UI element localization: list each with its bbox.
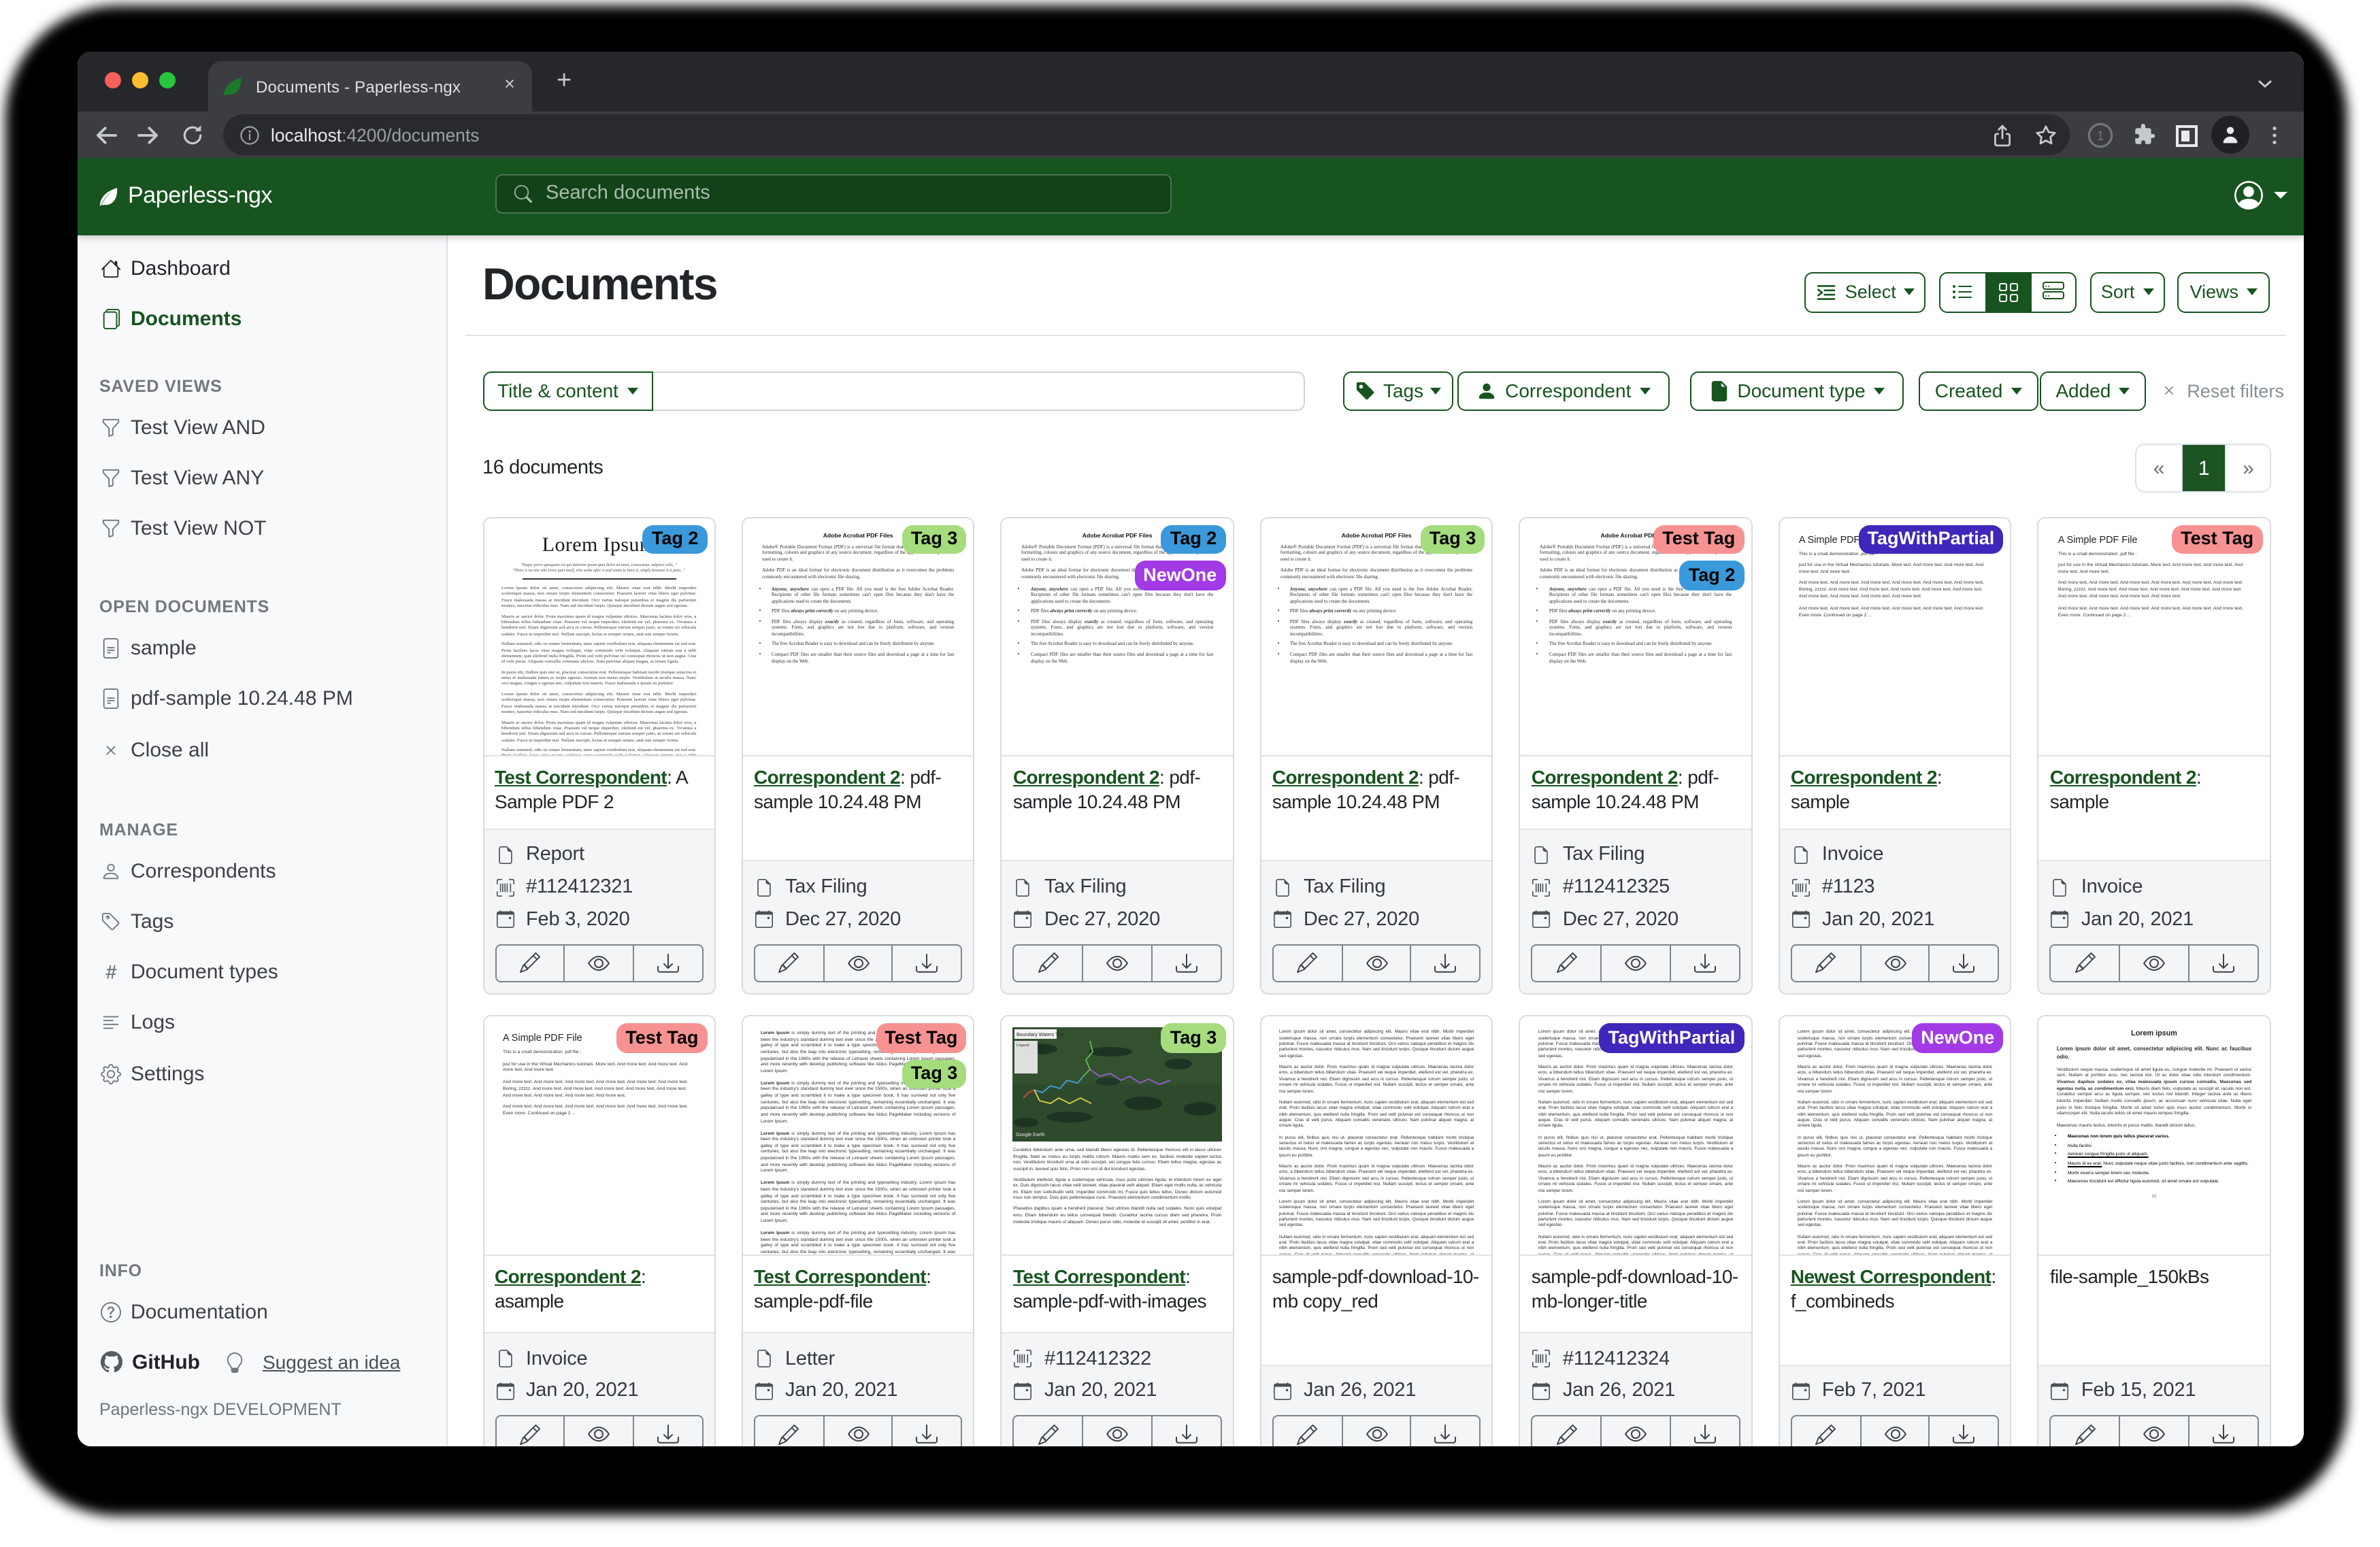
svg-text:Legend: Legend <box>1017 1044 1030 1048</box>
svg-text:Google Earth: Google Earth <box>1017 1131 1045 1137</box>
svg-text:1: 1 <box>2097 129 2104 143</box>
svg-text:Boundary Waters Trip: Boundary Waters Trip <box>1017 1031 1064 1037</box>
